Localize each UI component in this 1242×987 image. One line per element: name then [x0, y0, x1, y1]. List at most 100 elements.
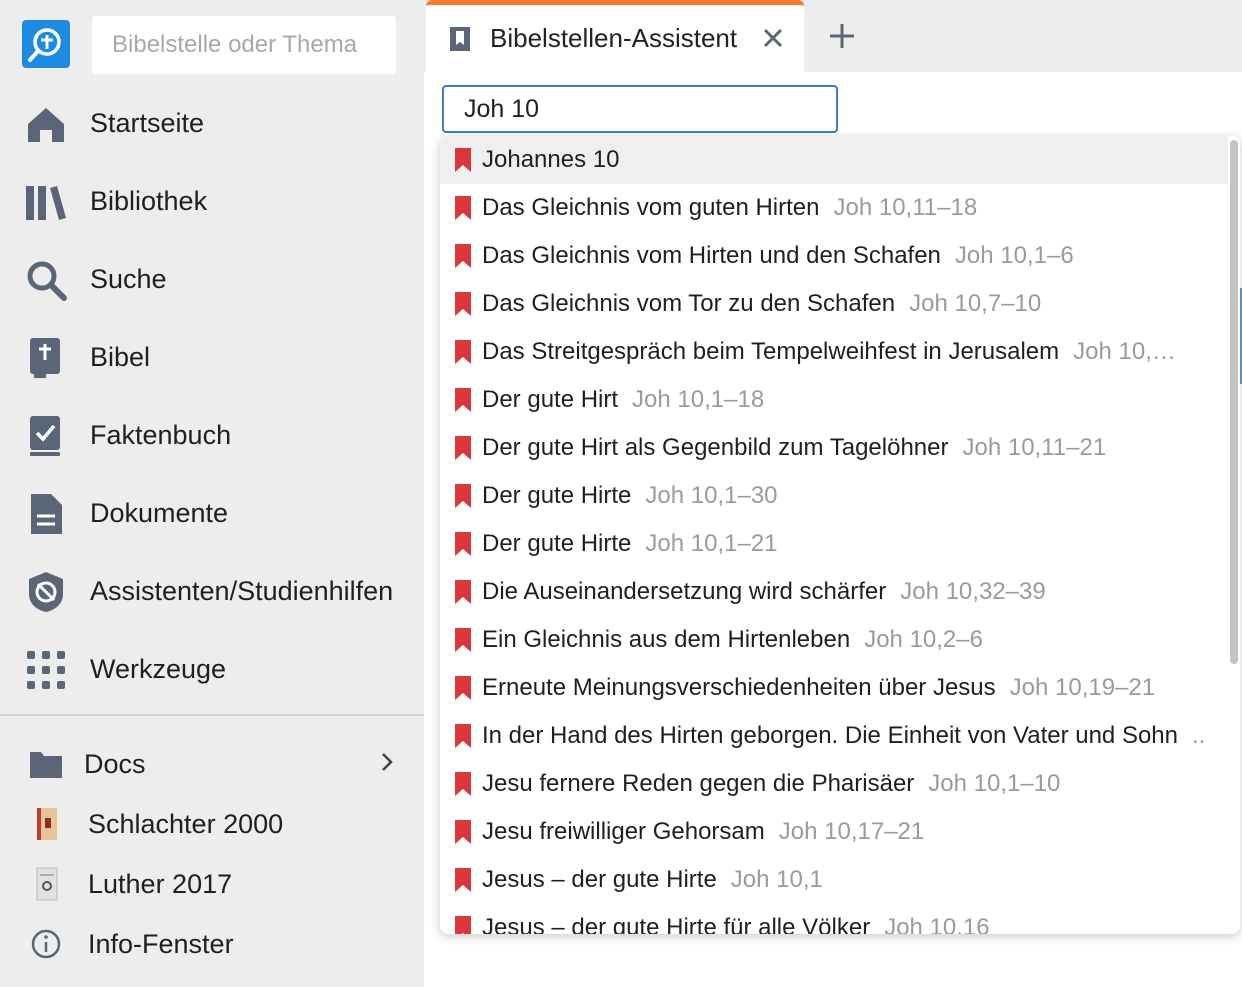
scrollbar-thumb[interactable]: [1230, 140, 1238, 664]
bookmark-icon: [455, 436, 471, 460]
bookmark-icon: [455, 148, 471, 172]
search-icon: [27, 261, 67, 301]
dropdown-item-text: Das Gleichnis vom Hirten und den Schafen…: [482, 232, 1074, 280]
dropdown-item-ref: Joh 10,1–6: [954, 242, 1074, 269]
dropdown-item-text: Der gute Hirte Joh 10,1–21: [482, 520, 778, 568]
resource-docs[interactable]: Docs: [0, 736, 424, 792]
bookmark-icon: [455, 388, 471, 412]
nav-item-label: Bibel: [90, 342, 151, 372]
dropdown-item-title: Jesu fernere Reden gegen die Pharisäer: [482, 770, 915, 797]
sidebar-search-input[interactable]: Bibelstelle oder Thema: [92, 16, 396, 74]
library-icon: [26, 186, 66, 220]
book-cover-icon: [37, 808, 57, 840]
book-cover-icon: [36, 867, 58, 901]
dropdown-item-ref: Joh 10,1–18: [632, 386, 765, 413]
dropdown-item-text: Der gute Hirt Joh 10,1–18: [482, 376, 764, 424]
dropdown-item-ref: Joh 10,11–18: [833, 194, 978, 221]
nav-item-label: Werkzeuge: [90, 654, 227, 684]
resource-luther-2017[interactable]: Luther 2017: [0, 856, 424, 912]
dropdown-item[interactable]: Der gute Hirte Joh 10,1–30: [440, 472, 1228, 520]
dropdown-item-ref: Joh 10,7–10: [909, 290, 1042, 317]
add-tab-icon[interactable]: [828, 22, 856, 50]
dropdown-item-text: Jesus – der gute Hirte für alle Völker Jo…: [482, 904, 990, 934]
dropdown-item-ref: Joh 10,1–10: [928, 770, 1061, 797]
dropdown-item-ref: Joh 10,17–21: [778, 818, 925, 845]
resource-schlachter-2000[interactable]: Schlachter 2000: [0, 796, 424, 852]
nav-item-label: Dokumente: [90, 498, 229, 528]
guide-tab-icon: [450, 27, 470, 51]
bookmark-icon: [455, 820, 471, 844]
dropdown-item[interactable]: Jesu fernere Reden gegen die Pharisäer Jo…: [440, 760, 1228, 808]
dropdown-item-title: Der gute Hirt als Gegenbild zum Tagelöhn…: [482, 434, 949, 461]
nav-item-assistenten[interactable]: Assistenten/Studienhilfen: [0, 556, 424, 626]
nav-item-faktenbuch[interactable]: Faktenbuch: [0, 400, 424, 470]
dropdown-item[interactable]: Der gute Hirt als Gegenbild zum Tagelöhn…: [440, 424, 1228, 472]
resource-label: Luther 2017: [88, 869, 233, 899]
dropdown-item-title: Johannes 10: [482, 146, 620, 173]
dropdown-item-text: Ein Gleichnis aus dem Hirtenleben Joh 10,…: [482, 616, 983, 664]
app-logo-icon[interactable]: [22, 20, 70, 68]
dropdown-item-text: Jesu freiwilliger Gehorsam Joh 10,17–21: [482, 808, 924, 856]
tab-bibelstellen-assistent[interactable]: Bibelstellen-Assistent: [426, 0, 804, 72]
dropdown-item[interactable]: Das Gleichnis vom Tor zu den Schafen Joh …: [440, 280, 1228, 328]
bookmark-icon: [455, 292, 471, 316]
dropdown-item-title: Der gute Hirt: [482, 386, 619, 413]
dropdown-item[interactable]: Jesus – der gute Hirte für alle Völker Jo…: [440, 904, 1228, 934]
dropdown-item[interactable]: Johannes 10: [440, 136, 1228, 184]
dropdown-item[interactable]: Jesu freiwilliger Gehorsam Joh 10,17–21: [440, 808, 1228, 856]
dropdown-item-ref: Joh 10,16: [884, 914, 990, 934]
dropdown-item-ref: Joh 10,32–39: [900, 578, 1046, 605]
dropdown-item-ref: Joh 10,…: [1073, 338, 1176, 365]
document-icon: [31, 494, 62, 534]
factbook-icon: [30, 416, 60, 456]
dropdown-item-ref: ..: [1192, 722, 1206, 749]
bookmark-icon: [455, 676, 471, 700]
dropdown-item[interactable]: Die Auseinandersetzung wird schärfer Joh …: [440, 568, 1228, 616]
dropdown-item-text: Das Streitgespräch beim Tempelweihfest i…: [482, 328, 1176, 376]
dropdown-item-text: In der Hand des Hirten geborgen. Die Ein…: [482, 712, 1205, 760]
dropdown-item-ref: Joh 10,19–21: [1009, 674, 1156, 701]
resource-label: Schlachter 2000: [88, 809, 284, 839]
nav-item-werkzeuge[interactable]: Werkzeuge: [0, 634, 424, 704]
dropdown-item-text: Der gute Hirt als Gegenbild zum Tagelöhn…: [482, 424, 1106, 472]
dropdown-item-ref: Joh 10,2–6: [864, 626, 983, 653]
autocomplete-dropdown: Johannes 10 Das Gleichnis vom guten Hirte…: [440, 136, 1240, 934]
nav-item-startseite[interactable]: Startseite: [0, 88, 424, 158]
dropdown-item[interactable]: Das Gleichnis vom guten Hirten Joh 10,11–…: [440, 184, 1228, 232]
guide-icon: [29, 572, 63, 612]
nav-item-suche[interactable]: Suche: [0, 244, 424, 314]
dropdown-item-title: Das Gleichnis vom Tor zu den Schafen: [482, 290, 896, 317]
dropdown-item-text: Das Gleichnis vom guten Hirten Joh 10,11–…: [482, 184, 977, 232]
resource-info-fenster[interactable]: Info-Fenster: [0, 916, 424, 972]
dropdown-item[interactable]: Erneute Meinungsverschiedenheiten über J…: [440, 664, 1228, 712]
bookmark-icon: [455, 868, 471, 892]
chevron-right-icon[interactable]: [380, 750, 394, 774]
bookmark-icon: [455, 916, 471, 934]
dropdown-item-text: Der gute Hirte Joh 10,1–30: [482, 472, 778, 520]
dropdown-item[interactable]: Der gute Hirt Joh 10,1–18: [440, 376, 1228, 424]
nav-item-label: Assistenten/Studienhilfen: [90, 576, 394, 606]
dropdown-item[interactable]: Der gute Hirte Joh 10,1–21: [440, 520, 1228, 568]
tab-title: Bibelstellen-Assistent: [490, 23, 738, 53]
bookmark-icon: [455, 628, 471, 652]
nav-item-bibel[interactable]: Bibel: [0, 322, 424, 392]
dropdown-item-title: Der gute Hirte: [482, 482, 632, 509]
dropdown-item[interactable]: Jesus – der gute Hirte Joh 10,1: [440, 856, 1228, 904]
bookmark-icon: [455, 340, 471, 364]
nav-item-bibliothek[interactable]: Bibliothek: [0, 166, 424, 236]
dropdown-item[interactable]: Ein Gleichnis aus dem Hirtenleben Joh 10,…: [440, 616, 1228, 664]
grid-icon: [27, 651, 65, 689]
nav-item-label: Startseite: [90, 108, 205, 138]
dropdown-item-title: Erneute Meinungsverschiedenheiten über J…: [482, 674, 996, 701]
dropdown-item-text: Johannes 10: [482, 136, 633, 184]
close-icon[interactable]: [762, 27, 784, 49]
dropdown-item-text: Das Gleichnis vom Tor zu den Schafen Joh …: [482, 280, 1041, 328]
dropdown-item-text: Jesus – der gute Hirte Joh 10,1: [482, 856, 823, 904]
dropdown-item[interactable]: Das Streitgespräch beim Tempelweihfest i…: [440, 328, 1228, 376]
sidebar: Bibelstelle oder Thema Startseite Biblio…: [0, 0, 424, 987]
nav-item-dokumente[interactable]: Dokumente: [0, 478, 424, 548]
passage-query-input[interactable]: Joh 10: [442, 85, 838, 133]
dropdown-item[interactable]: Das Gleichnis vom Hirten und den Schafen…: [440, 232, 1228, 280]
dropdown-item[interactable]: In der Hand des Hirten geborgen. Die Ein…: [440, 712, 1228, 760]
dropdown-item-title: Jesus – der gute Hirte: [482, 866, 717, 893]
